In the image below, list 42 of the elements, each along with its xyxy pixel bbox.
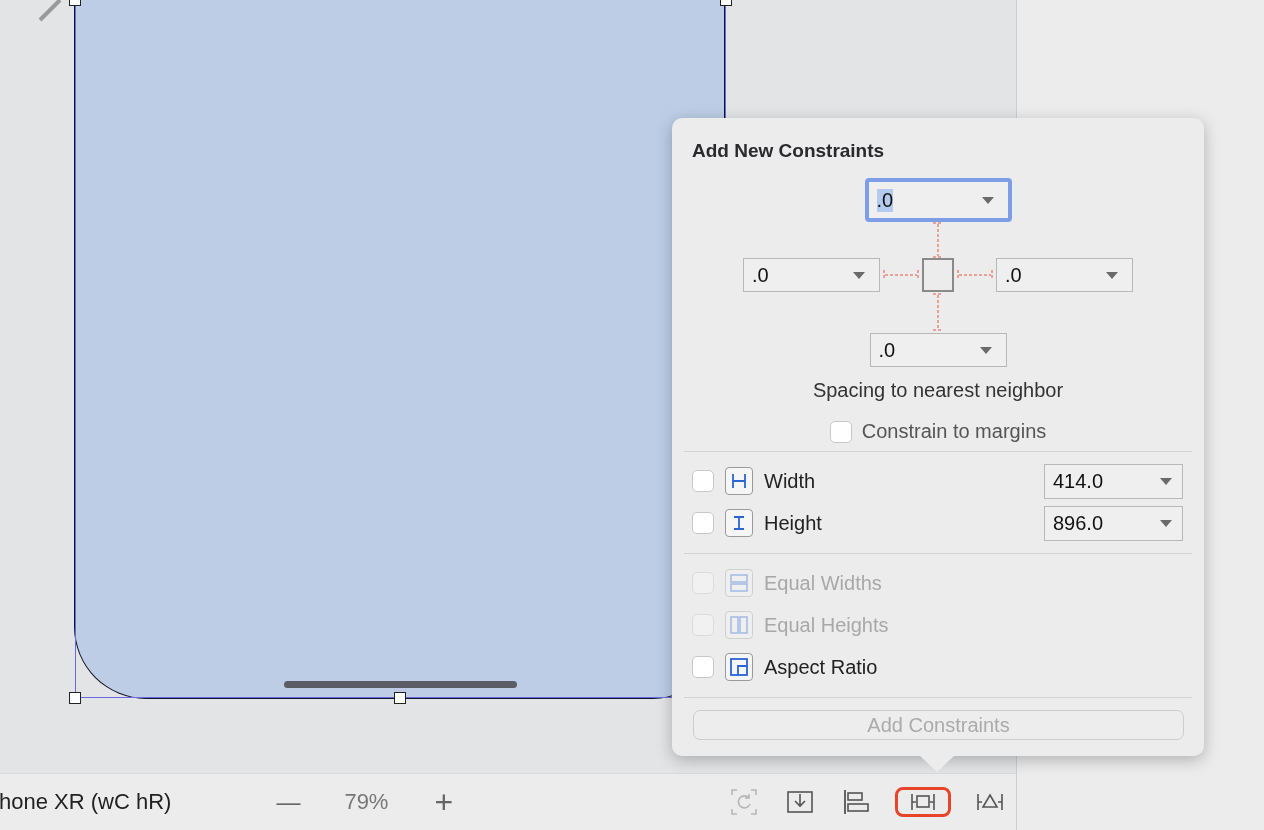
constraint-icon [725, 569, 753, 597]
value-field[interactable]: 414.0 [1044, 463, 1183, 499]
view-square [922, 258, 954, 292]
zoom-out-button[interactable]: — [276, 788, 301, 816]
constraint-label[interactable]: Height [764, 511, 1044, 535]
checkbox[interactable] [692, 470, 714, 492]
spacing-field[interactable]: .0 [743, 258, 880, 292]
dropdown-caret-icon [981, 196, 994, 204]
constraint-label[interactable]: Aspect Ratio [764, 655, 1192, 679]
device-label[interactable]: hone XR (wC hR) [0, 789, 172, 815]
spacing-strut [932, 292, 944, 332]
dropdown-caret-icon [979, 346, 992, 354]
constraint-icon [725, 509, 753, 537]
spacing-field[interactable]: .0 [996, 258, 1133, 292]
dropdown-caret-icon [1106, 271, 1118, 279]
spacing-caption: Spacing to nearest neighbor [811, 379, 1065, 402]
spacing-field[interactable]: .0 [864, 178, 1012, 222]
constraint-icon [725, 611, 753, 639]
align-icon [842, 788, 871, 816]
update-frames-icon [730, 788, 759, 816]
spacing-strut [883, 269, 919, 281]
toolbar-button[interactable] [895, 787, 952, 817]
zoom-level: 79% [344, 789, 389, 815]
resize-handle[interactable] [69, 692, 81, 704]
spacing-strut [957, 269, 993, 281]
spacing-strut [932, 222, 944, 258]
resize-handle[interactable] [394, 692, 406, 704]
constraint-icon [725, 467, 753, 495]
dropdown-caret-icon [853, 271, 865, 279]
constraint-label[interactable]: Width [764, 469, 1044, 493]
constraint-icon [725, 653, 753, 681]
spacing-field[interactable]: .0 [869, 333, 1007, 367]
embed-icon [786, 788, 815, 816]
zoom-in-button[interactable]: + [434, 783, 454, 821]
dropdown-caret-icon [1160, 519, 1172, 527]
checkbox[interactable] [692, 656, 714, 678]
checkbox[interactable] [692, 512, 714, 534]
popover-title: Add New Constraints [692, 140, 886, 162]
dropdown-caret-icon [1160, 477, 1172, 485]
value-field[interactable]: 896.0 [1044, 505, 1183, 541]
checkbox[interactable] [829, 420, 852, 443]
checkbox-label[interactable]: Constrain to margins [861, 420, 1047, 443]
